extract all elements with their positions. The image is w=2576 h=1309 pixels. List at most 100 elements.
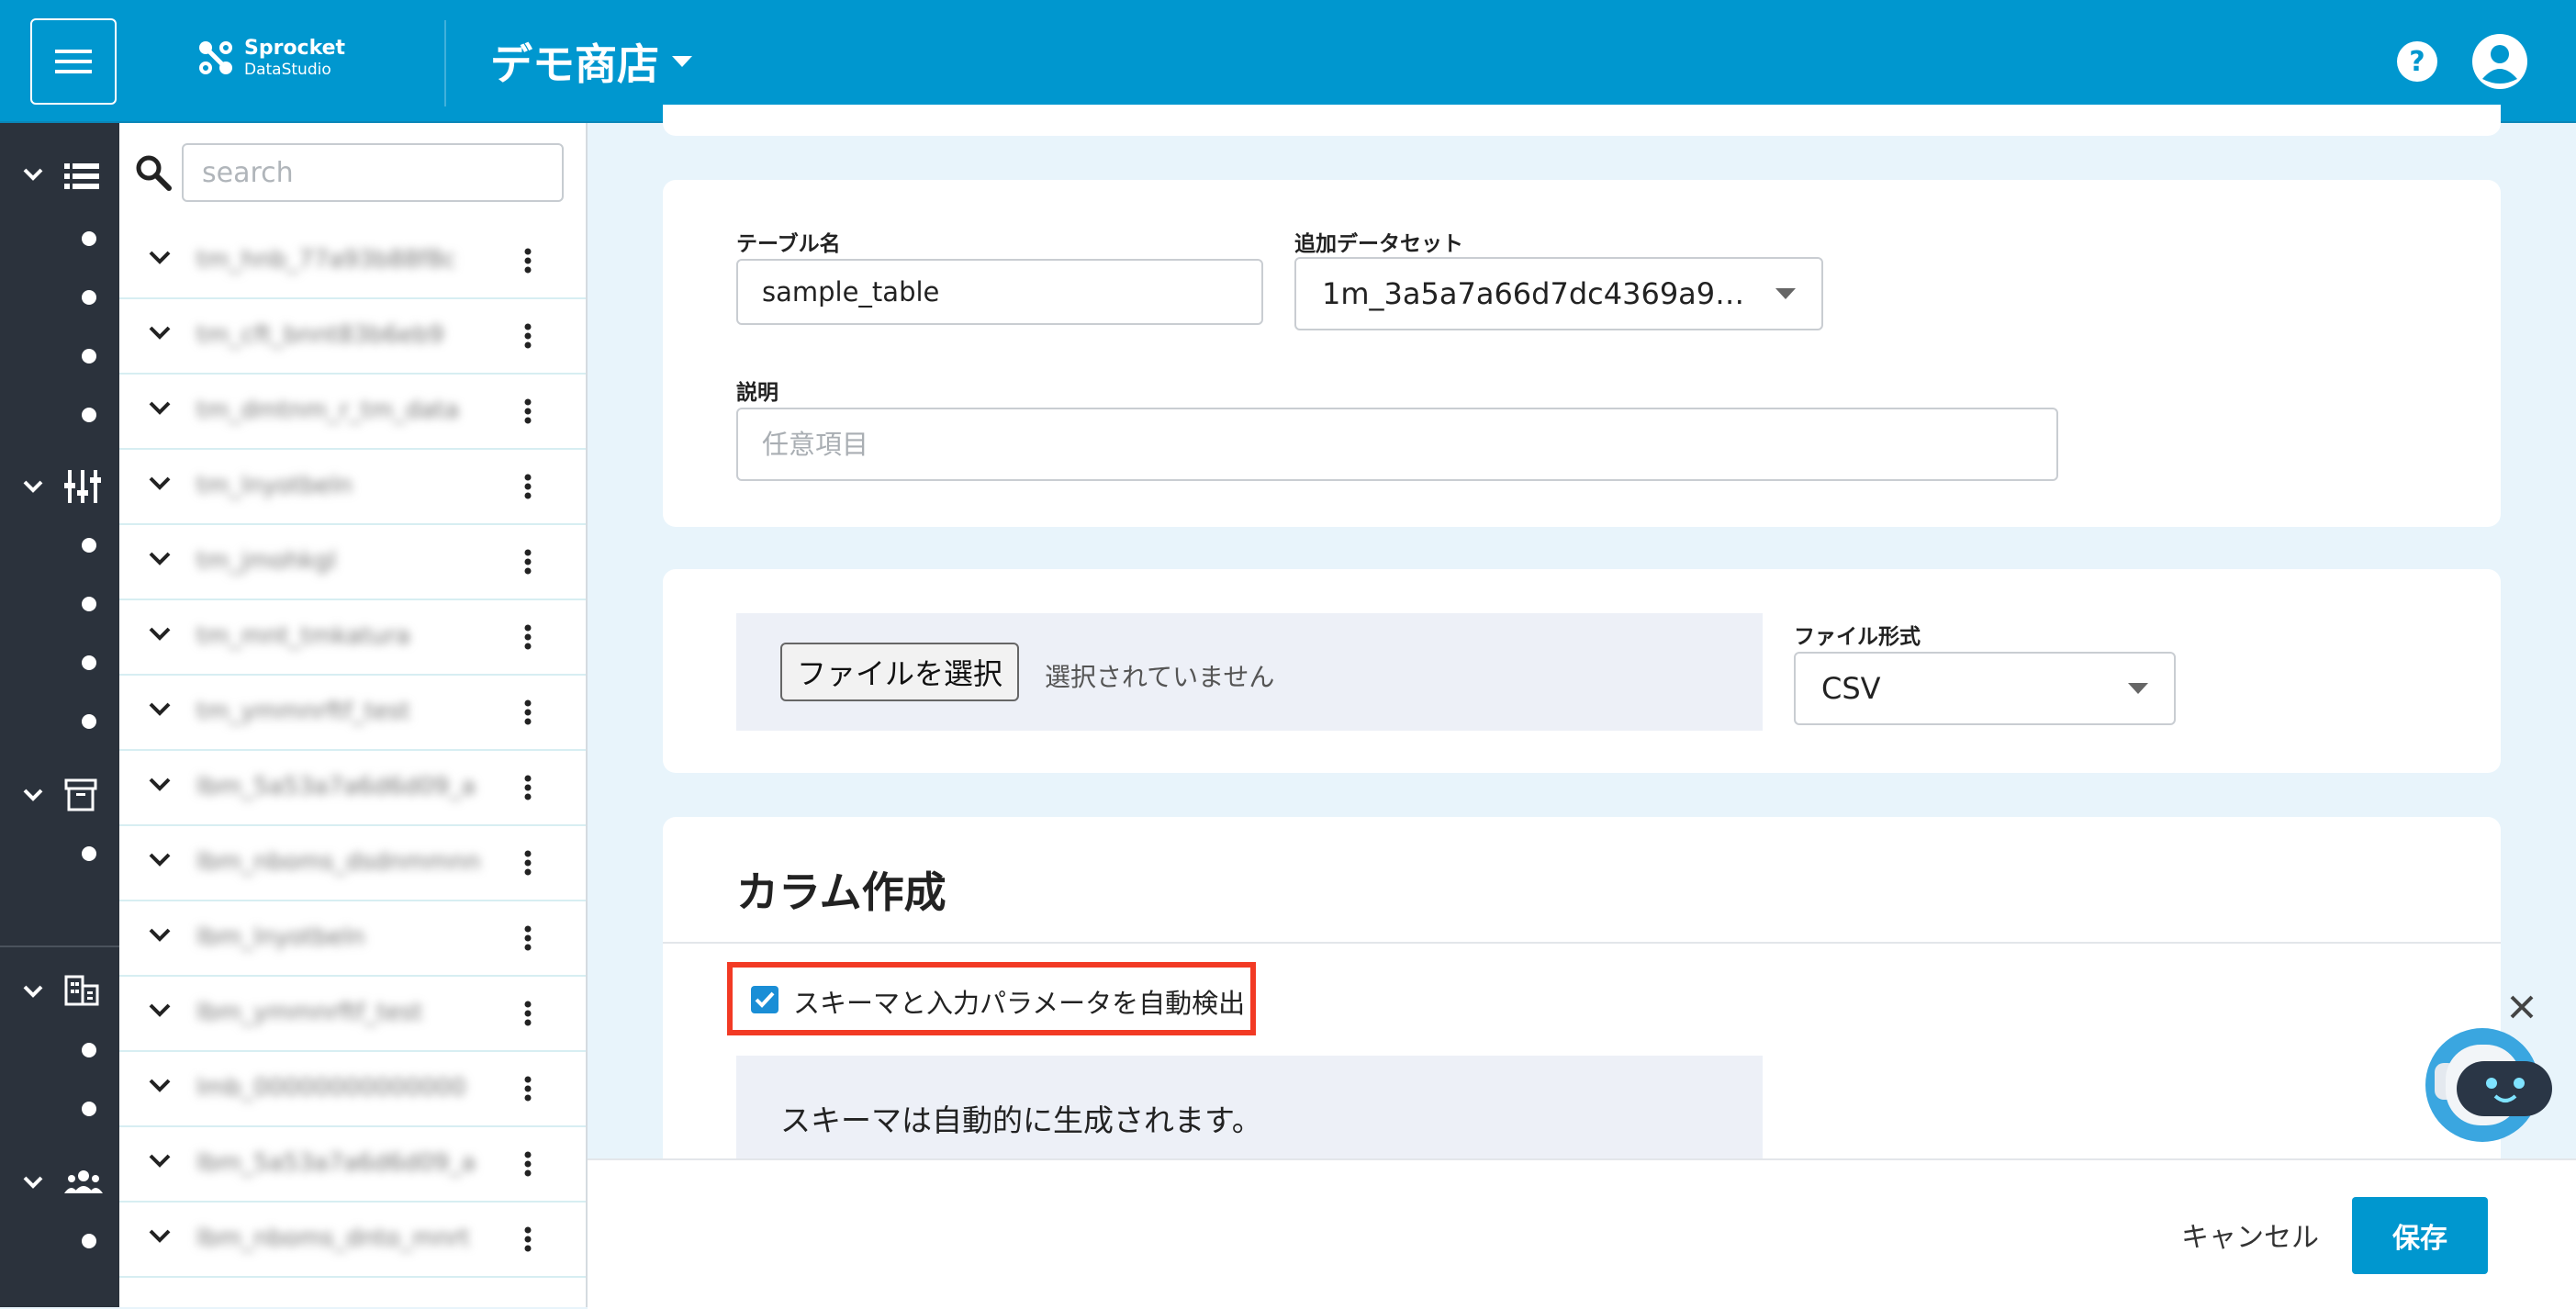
brand-subtitle: DataStudio — [244, 60, 331, 79]
sprocket-logo-icon — [199, 41, 232, 74]
chevron-down-icon[interactable] — [147, 850, 173, 868]
chevron-down-icon[interactable] — [147, 549, 173, 567]
section-divider — [663, 942, 2501, 944]
tree-row[interactable]: tm_cft_bnnt83b6eb9 — [119, 299, 586, 375]
rail-item-dot[interactable] — [82, 714, 96, 729]
chatbot-launcher-icon[interactable] — [2420, 1024, 2558, 1144]
close-icon[interactable] — [2508, 993, 2536, 1021]
tree-row[interactable]: lbm_5a53a7a6d6d09_a — [119, 1127, 586, 1203]
tree-item-label: lbm_nboms_dsdnmmnn — [196, 848, 481, 876]
chevron-down-icon[interactable] — [147, 925, 173, 944]
rail-chevron-down-icon[interactable] — [22, 167, 44, 182]
tuning-icon[interactable] — [64, 470, 101, 503]
tree-row[interactable]: tm_hnb_77a93b88f8c — [119, 224, 586, 299]
more-vert-icon[interactable] — [523, 1223, 532, 1256]
tree-row[interactable]: tm_jmohkgl — [119, 525, 586, 600]
rail-item-dot[interactable] — [82, 1102, 96, 1116]
more-vert-icon[interactable] — [523, 846, 532, 879]
more-vert-icon[interactable] — [523, 771, 532, 804]
rail-item-dot[interactable] — [82, 538, 96, 553]
rail-item-dot[interactable] — [82, 1043, 96, 1057]
more-vert-icon[interactable] — [523, 621, 532, 654]
hamburger-menu-button[interactable] — [30, 18, 117, 105]
main-content: テーブル名 追加データセット 1m_3a5a7a66d7dc4369a9… 説明… — [588, 105, 2576, 1276]
more-vert-icon[interactable] — [523, 997, 532, 1030]
chevron-down-icon[interactable] — [147, 699, 173, 718]
chevron-down-icon[interactable] — [147, 1151, 173, 1169]
tree-item-label: tm_ymmnrftf_test — [196, 698, 410, 725]
more-vert-icon[interactable] — [523, 470, 532, 503]
rail-item-dot[interactable] — [82, 231, 96, 246]
list-icon[interactable] — [64, 163, 99, 189]
tree-row[interactable]: lbm_lnyotbeln — [119, 901, 586, 977]
hamburger-icon — [55, 50, 92, 73]
archive-icon[interactable] — [64, 778, 97, 811]
rail-chevron-down-icon[interactable] — [22, 788, 44, 802]
user-account-icon[interactable] — [2471, 33, 2528, 90]
file-format-select[interactable]: CSV — [1794, 652, 2176, 725]
more-vert-icon[interactable] — [523, 696, 532, 729]
tree-list: tm_hnb_77a93b88f8c tm_cft_bnnt83b6eb9 tm_d… — [119, 224, 586, 1278]
auto-detect-checkbox[interactable] — [751, 986, 778, 1013]
chevron-down-icon[interactable] — [147, 775, 173, 793]
store-selector[interactable]: デモ商店 — [490, 31, 692, 92]
rail-item-dot[interactable] — [82, 1234, 96, 1248]
chevron-down-icon[interactable] — [147, 624, 173, 643]
chevron-down-icon[interactable] — [147, 398, 173, 417]
tree-row[interactable]: lbm_nboms_dsdnmmnn — [119, 826, 586, 901]
tree-row[interactable]: lbm_nboms_dnto_mnrt — [119, 1203, 586, 1278]
more-vert-icon[interactable] — [523, 1072, 532, 1105]
tree-row[interactable]: tm_mnt_tmkatura — [119, 600, 586, 676]
rail-item-dot[interactable] — [82, 408, 96, 422]
chevron-down-icon[interactable] — [147, 1001, 173, 1019]
store-name: デモ商店 — [490, 39, 659, 89]
chevron-down-icon[interactable] — [147, 248, 173, 266]
brand-logo[interactable]: Sprocket DataStudio — [195, 37, 345, 79]
chevron-down-icon[interactable] — [147, 474, 173, 492]
auto-detect-label[interactable]: スキーマと入力パラメータを自動検出 — [793, 982, 1245, 1021]
table-name-label: テーブル名 — [736, 232, 841, 256]
rail-item-dot[interactable] — [82, 290, 96, 305]
rail-item-dot[interactable] — [82, 846, 96, 861]
chevron-down-icon[interactable] — [147, 1226, 173, 1245]
tree-item-label: tm_cft_bnnt83b6eb9 — [196, 321, 444, 349]
tree-row[interactable]: lmb_00000000000000 — [119, 1052, 586, 1127]
header-divider — [444, 20, 446, 106]
checkmark-icon — [755, 991, 775, 1008]
rail-chevron-down-icon[interactable] — [22, 984, 44, 999]
dropdown-arrow-icon — [2128, 683, 2148, 694]
rail-item-dot[interactable] — [82, 597, 96, 611]
rail-item-dot[interactable] — [82, 349, 96, 364]
people-icon[interactable] — [64, 1169, 103, 1193]
more-vert-icon[interactable] — [523, 922, 532, 955]
tree-row[interactable]: tm_ymmnrftf_test — [119, 676, 586, 751]
more-vert-icon[interactable] — [523, 1147, 532, 1180]
description-input[interactable] — [736, 408, 2058, 481]
more-vert-icon[interactable] — [523, 545, 532, 578]
rail-chevron-down-icon[interactable] — [22, 479, 44, 494]
tree-item-label: lbm_ymmnrftf_test — [196, 999, 423, 1026]
choose-file-button[interactable]: ファイルを選択 — [780, 643, 1020, 701]
table-name-input[interactable] — [736, 259, 1263, 325]
tree-row[interactable]: lbm_5a53a7a6d6d09_a — [119, 751, 586, 826]
more-vert-icon[interactable] — [523, 319, 532, 352]
help-icon[interactable]: ? — [2396, 40, 2438, 83]
chevron-down-icon[interactable] — [147, 1076, 173, 1094]
dataset-select[interactable]: 1m_3a5a7a66d7dc4369a9… — [1294, 257, 1823, 330]
tree-row[interactable]: tm_dmtnm_r_tm_data — [119, 375, 586, 450]
tree-row[interactable]: lbm_ymmnrftf_test — [119, 977, 586, 1052]
more-vert-icon[interactable] — [523, 395, 532, 428]
tree-row[interactable]: tm_lnyotbeln — [119, 450, 586, 525]
chevron-down-icon[interactable] — [147, 323, 173, 341]
rail-item-dot[interactable] — [82, 655, 96, 670]
search-input[interactable] — [182, 143, 564, 202]
building-icon[interactable] — [64, 975, 99, 1006]
description-label: 説明 — [736, 381, 778, 405]
save-button[interactable]: 保存 — [2352, 1197, 2488, 1274]
dataset-tree-panel: tm_hnb_77a93b88f8c tm_cft_bnnt83b6eb9 tm_d… — [119, 123, 588, 1307]
cancel-button[interactable]: キャンセル — [2163, 1197, 2337, 1272]
rail-chevron-down-icon[interactable] — [22, 1175, 44, 1190]
tree-item-label: tm_jmohkgl — [196, 547, 337, 575]
svg-text:?: ? — [2409, 46, 2425, 78]
more-vert-icon[interactable] — [523, 244, 532, 277]
